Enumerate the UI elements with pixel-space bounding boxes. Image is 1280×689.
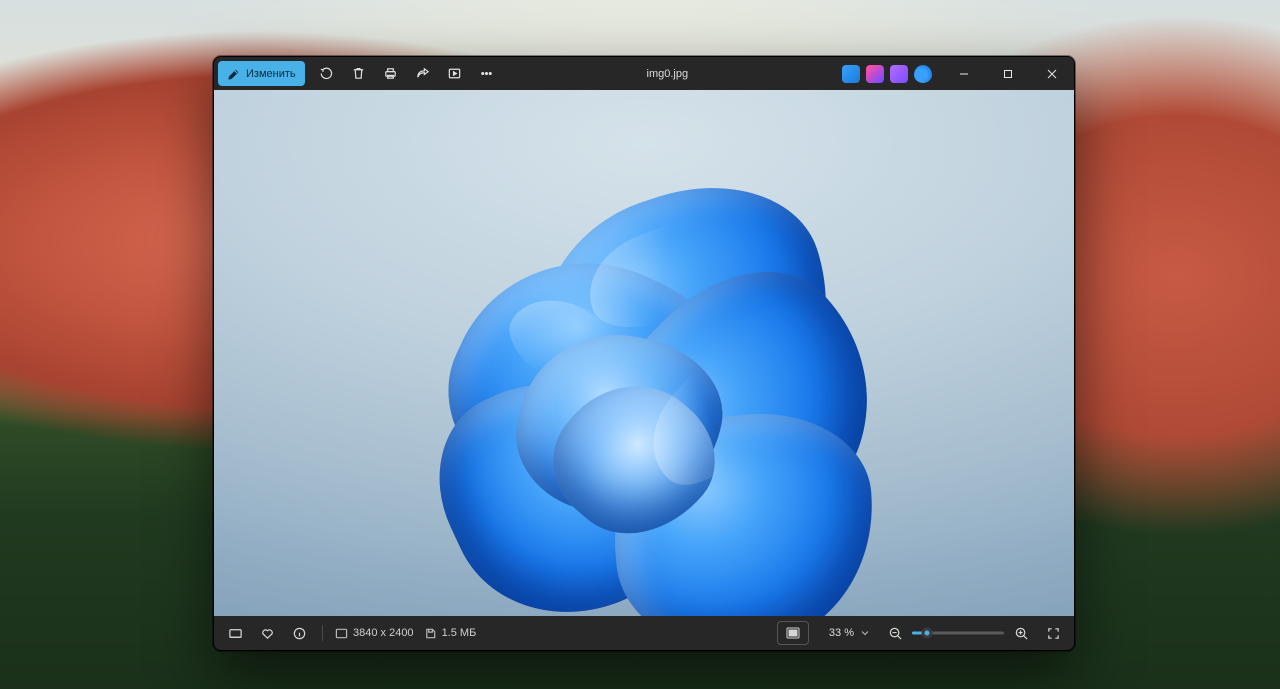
clipchamp-app-icon[interactable] xyxy=(890,65,908,83)
chevron-down-icon xyxy=(860,628,870,638)
trash-icon xyxy=(351,66,366,81)
titlebar: Изменить img0.jpg xyxy=(214,57,1074,90)
disk-icon xyxy=(424,627,437,640)
displayed-image xyxy=(384,135,904,616)
share-icon xyxy=(415,66,430,81)
delete-button[interactable] xyxy=(343,57,375,90)
info-icon xyxy=(292,626,307,641)
filesize-value: 1.5 МБ xyxy=(442,627,477,639)
photos-editor-app-icon[interactable] xyxy=(842,65,860,83)
maximize-button[interactable] xyxy=(986,57,1030,90)
image-filesize: 1.5 МБ xyxy=(420,627,481,640)
fit-to-window-button[interactable] xyxy=(777,621,809,645)
minimize-button[interactable] xyxy=(942,57,986,90)
fullscreen-icon xyxy=(1046,626,1061,641)
slider-thumb[interactable] xyxy=(921,628,932,639)
close-icon xyxy=(1047,69,1057,79)
edit-icon xyxy=(227,67,241,81)
print-button[interactable] xyxy=(375,57,407,90)
statusbar: 3840 x 2400 1.5 МБ 33 % xyxy=(214,616,1074,650)
rotate-button[interactable] xyxy=(311,57,343,90)
app-launchers xyxy=(832,65,942,83)
zoom-readout[interactable]: 33 % xyxy=(821,627,878,639)
window-title: img0.jpg xyxy=(647,68,689,80)
fullscreen-button[interactable] xyxy=(1038,616,1068,650)
share-button[interactable] xyxy=(407,57,439,90)
slideshow-button[interactable] xyxy=(439,57,471,90)
onedrive-app-icon[interactable] xyxy=(914,65,932,83)
zoom-value: 33 % xyxy=(829,627,854,639)
dimensions-value: 3840 x 2400 xyxy=(353,627,414,639)
image-dimensions: 3840 x 2400 xyxy=(331,627,418,640)
info-button[interactable] xyxy=(284,616,314,650)
more-button[interactable] xyxy=(471,57,503,90)
fit-icon xyxy=(786,627,800,639)
zoom-slider[interactable] xyxy=(912,624,1004,642)
zoom-out-button[interactable] xyxy=(880,616,910,650)
favorite-button[interactable] xyxy=(252,616,282,650)
designer-app-icon[interactable] xyxy=(866,65,884,83)
heart-icon xyxy=(260,626,275,641)
close-button[interactable] xyxy=(1030,57,1074,90)
rotate-icon xyxy=(319,66,334,81)
print-icon xyxy=(383,66,398,81)
photos-app-window: Изменить img0.jpg xyxy=(213,56,1075,651)
filmstrip-button[interactable] xyxy=(220,616,250,650)
slideshow-icon xyxy=(447,66,462,81)
zoom-in-button[interactable] xyxy=(1006,616,1036,650)
zoom-in-icon xyxy=(1014,626,1029,641)
image-viewport[interactable] xyxy=(214,90,1074,616)
separator xyxy=(322,625,323,641)
edit-button-label: Изменить xyxy=(246,68,296,80)
zoom-out-icon xyxy=(888,626,903,641)
edit-button[interactable]: Изменить xyxy=(218,61,305,86)
dimensions-icon xyxy=(335,627,348,640)
filmstrip-icon xyxy=(228,626,243,641)
maximize-icon xyxy=(1003,69,1013,79)
minimize-icon xyxy=(959,69,969,79)
more-icon xyxy=(479,66,494,81)
